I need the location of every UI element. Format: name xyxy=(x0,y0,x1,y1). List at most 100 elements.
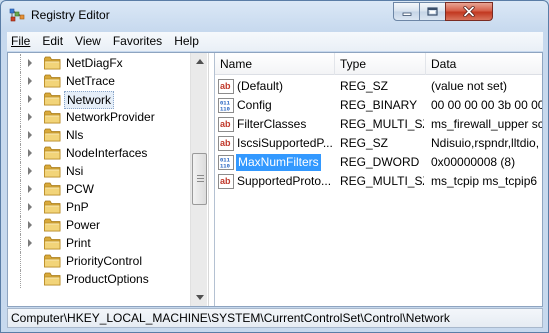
minimize-icon xyxy=(402,12,411,16)
close-button[interactable] xyxy=(445,2,493,21)
svg-text:110: 110 xyxy=(220,163,230,170)
value-type-cell: REG_BINARY xyxy=(340,98,418,112)
tree-connector-line xyxy=(20,234,21,252)
menu-view[interactable]: View xyxy=(69,32,107,51)
folder-icon xyxy=(44,254,61,268)
tree-item-label: PnP xyxy=(66,200,89,214)
tree-connector-line xyxy=(20,198,21,216)
value-row[interactable]: ab SupportedProto... REG_MULTI_SZ ms_tcpip … xyxy=(215,172,542,191)
expand-arrow-icon[interactable] xyxy=(28,239,32,247)
value-data-cell: 00 00 00 00 3b 00 00 00 xyxy=(431,98,542,112)
column-header-name[interactable]: Name xyxy=(215,53,335,75)
folder-icon xyxy=(44,182,61,196)
menu-view-label: View xyxy=(75,34,101,48)
tree-item-label: ProductOptions xyxy=(66,272,149,286)
tree-connector-line xyxy=(20,180,21,198)
folder-icon xyxy=(44,164,61,178)
registry-key-tree[interactable]: NetDiagFx NetTrace Network NetworkProvider N… xyxy=(8,53,208,306)
svg-text:ab: ab xyxy=(220,176,231,186)
value-row[interactable]: ab (Default) REG_SZ (value not set) xyxy=(215,77,542,96)
tree-list: NetDiagFx NetTrace Network NetworkProvider N… xyxy=(8,54,190,288)
tree-item[interactable]: Nls xyxy=(8,126,190,144)
expand-arrow-icon[interactable] xyxy=(28,95,32,103)
expand-arrow-icon[interactable] xyxy=(28,77,32,85)
menu-edit-label: Edit xyxy=(42,34,64,48)
tree-item[interactable]: PnP xyxy=(8,198,190,216)
value-name-cell: IscsiSupportedP... xyxy=(237,136,333,150)
folder-icon xyxy=(44,74,61,88)
tree-connector-line xyxy=(20,144,21,162)
value-row[interactable]: ab FilterClasses REG_MULTI_SZ ms_firewall_u… xyxy=(215,115,542,134)
value-data-cell: ms_tcpip ms_tcpip6 xyxy=(431,174,538,188)
string-value-icon: ab xyxy=(218,136,234,151)
expand-arrow-icon[interactable] xyxy=(28,59,32,67)
value-name-cell: SupportedProto... xyxy=(237,174,332,188)
tree-item[interactable]: Nsi xyxy=(8,162,190,180)
tree-item[interactable]: Power xyxy=(8,216,190,234)
expand-arrow-icon[interactable] xyxy=(28,149,32,157)
folder-icon xyxy=(44,272,61,286)
close-icon xyxy=(463,6,475,17)
tree-item-label: NetDiagFx xyxy=(66,56,123,70)
registry-editor-app-icon[interactable] xyxy=(9,7,25,23)
menu-help[interactable]: Help xyxy=(168,32,205,51)
tree-item[interactable]: NetworkProvider xyxy=(8,108,190,126)
maximize-button[interactable] xyxy=(419,2,446,21)
tree-item[interactable]: NetDiagFx xyxy=(8,54,190,72)
minimize-button[interactable] xyxy=(393,2,420,21)
scroll-thumb[interactable] xyxy=(192,153,207,205)
binary-value-icon: 011 110 xyxy=(218,155,234,170)
tree-item[interactable]: Print xyxy=(8,234,190,252)
tree-item[interactable]: PCW xyxy=(8,180,190,198)
tree-item-label: NetTrace xyxy=(66,74,115,88)
tree-item[interactable]: Network xyxy=(8,90,190,109)
value-type-cell: REG_SZ xyxy=(340,79,389,93)
value-row[interactable]: 011 110 MaxNumFilters REG_DWORD 0x00000008 (… xyxy=(215,153,542,172)
tree-item-label: Nsi xyxy=(66,164,84,178)
menu-file[interactable]: File xyxy=(7,32,36,51)
tree-connector-line xyxy=(20,90,21,108)
folder-icon xyxy=(44,218,61,232)
tree-item[interactable]: NetTrace xyxy=(8,72,190,90)
title-bar[interactable]: Registry Editor xyxy=(1,1,548,31)
tree-item[interactable]: PriorityControl xyxy=(8,252,190,270)
tree-item-label: Power xyxy=(66,218,101,232)
value-name-cell: (Default) xyxy=(237,79,284,93)
value-data-cell: 0x00000008 (8) xyxy=(431,155,516,169)
menu-edit[interactable]: Edit xyxy=(36,32,69,51)
folder-icon xyxy=(44,200,61,214)
folder-icon xyxy=(44,236,61,250)
expand-arrow-icon[interactable] xyxy=(28,185,32,193)
value-data-cell: (value not set) xyxy=(431,79,508,93)
tree-item[interactable]: NodeInterfaces xyxy=(8,144,190,162)
expand-arrow-icon[interactable] xyxy=(28,221,32,229)
scroll-down-icon xyxy=(195,295,204,300)
expand-arrow-icon[interactable] xyxy=(28,167,32,175)
column-header-type[interactable]: Type xyxy=(335,53,426,75)
status-path: Computer\HKEY_LOCAL_MACHINE\SYSTEM\Curre… xyxy=(11,311,450,325)
scroll-down-button[interactable] xyxy=(191,289,208,306)
value-row[interactable]: 011 110 Config REG_BINARY 00 00 00 00 3b 00 … xyxy=(215,96,542,115)
maximize-icon xyxy=(427,7,438,16)
value-type-cell: REG_SZ xyxy=(340,136,389,150)
value-row[interactable]: ab IscsiSupportedP... REG_SZ Ndisuio,rspndr… xyxy=(215,134,542,153)
column-header-data[interactable]: Data xyxy=(426,53,542,75)
tree-connector-line xyxy=(20,72,21,90)
scroll-up-button[interactable] xyxy=(191,53,208,70)
value-type-cell: REG_MULTI_SZ xyxy=(340,174,424,188)
tree-item[interactable]: ProductOptions xyxy=(8,270,190,288)
tree-item-label: Print xyxy=(66,236,91,250)
folder-icon xyxy=(44,146,61,160)
tree-scrollbar[interactable] xyxy=(190,53,207,306)
value-rows: ab (Default) REG_SZ (value not set) 011 110 Co… xyxy=(215,77,542,191)
expand-arrow-icon[interactable] xyxy=(28,131,32,139)
window-title: Registry Editor xyxy=(31,8,110,22)
tree-connector-line xyxy=(20,162,21,180)
expand-arrow-icon[interactable] xyxy=(28,113,32,121)
svg-text:ab: ab xyxy=(220,119,231,129)
binary-value-icon: 011 110 xyxy=(218,98,234,113)
folder-icon xyxy=(44,128,61,142)
registry-values-list[interactable]: Name Type Data ab (Default) REG_SZ (value n… xyxy=(214,53,542,306)
menu-favorites[interactable]: Favorites xyxy=(107,32,168,51)
expand-arrow-icon[interactable] xyxy=(28,203,32,211)
